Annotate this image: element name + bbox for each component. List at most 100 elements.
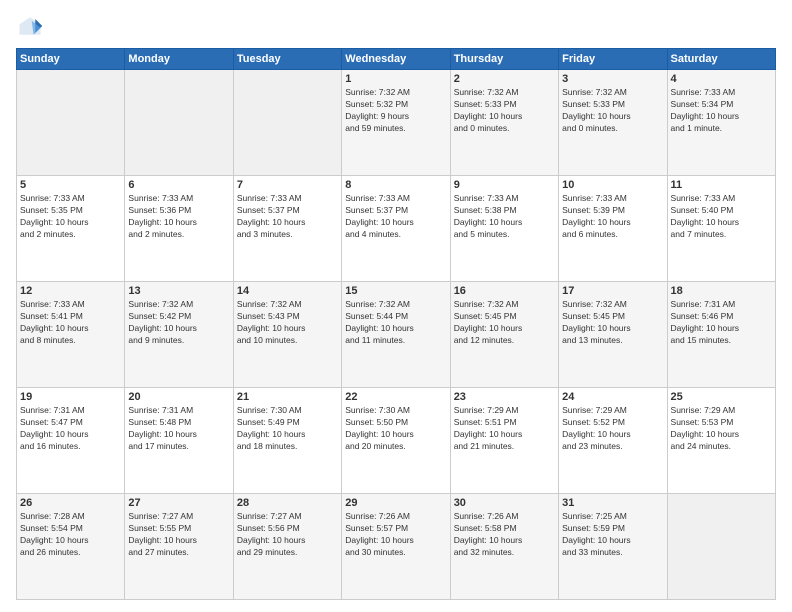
day-info: Sunrise: 7:33 AM Sunset: 5:39 PM Dayligh… — [562, 193, 663, 241]
day-number: 28 — [237, 497, 338, 509]
day-cell — [17, 70, 125, 176]
day-cell: 2 Sunrise: 7:32 AM Sunset: 5:33 PM Daylig… — [450, 70, 558, 176]
day-info: Sunrise: 7:33 AM Sunset: 5:41 PM Dayligh… — [20, 299, 121, 347]
day-info: Sunrise: 7:29 AM Sunset: 5:53 PM Dayligh… — [671, 405, 772, 453]
day-number: 16 — [454, 285, 555, 297]
day-info: Sunrise: 7:31 AM Sunset: 5:48 PM Dayligh… — [128, 405, 229, 453]
day-cell: 7 Sunrise: 7:33 AM Sunset: 5:37 PM Daylig… — [233, 176, 341, 282]
day-info: Sunrise: 7:30 AM Sunset: 5:49 PM Dayligh… — [237, 405, 338, 453]
day-number: 8 — [345, 179, 446, 191]
day-cell: 4 Sunrise: 7:33 AM Sunset: 5:34 PM Daylig… — [667, 70, 775, 176]
day-info: Sunrise: 7:29 AM Sunset: 5:51 PM Dayligh… — [454, 405, 555, 453]
day-info: Sunrise: 7:28 AM Sunset: 5:54 PM Dayligh… — [20, 511, 121, 559]
day-info: Sunrise: 7:33 AM Sunset: 5:34 PM Dayligh… — [671, 87, 772, 135]
day-cell: 3 Sunrise: 7:32 AM Sunset: 5:33 PM Daylig… — [559, 70, 667, 176]
day-number: 4 — [671, 73, 772, 85]
day-number: 12 — [20, 285, 121, 297]
day-info: Sunrise: 7:32 AM Sunset: 5:43 PM Dayligh… — [237, 299, 338, 347]
day-number: 25 — [671, 391, 772, 403]
day-info: Sunrise: 7:33 AM Sunset: 5:36 PM Dayligh… — [128, 193, 229, 241]
day-number: 27 — [128, 497, 229, 509]
day-info: Sunrise: 7:26 AM Sunset: 5:57 PM Dayligh… — [345, 511, 446, 559]
day-number: 24 — [562, 391, 663, 403]
day-cell: 23 Sunrise: 7:29 AM Sunset: 5:51 PM Dayli… — [450, 388, 558, 494]
day-number: 5 — [20, 179, 121, 191]
day-cell: 5 Sunrise: 7:33 AM Sunset: 5:35 PM Daylig… — [17, 176, 125, 282]
day-number: 17 — [562, 285, 663, 297]
weekday-header-sunday: Sunday — [17, 49, 125, 70]
day-number: 20 — [128, 391, 229, 403]
week-row-5: 26 Sunrise: 7:28 AM Sunset: 5:54 PM Dayli… — [17, 494, 776, 600]
day-cell: 8Sunrise: 7:33 AM Sunset: 5:37 PM Daylig… — [342, 176, 450, 282]
weekday-header-tuesday: Tuesday — [233, 49, 341, 70]
day-info: Sunrise: 7:32 AM Sunset: 5:42 PM Dayligh… — [128, 299, 229, 347]
day-number: 14 — [237, 285, 338, 297]
logo-icon — [16, 12, 44, 40]
day-info: Sunrise: 7:27 AM Sunset: 5:55 PM Dayligh… — [128, 511, 229, 559]
day-cell: 24 Sunrise: 7:29 AM Sunset: 5:52 PM Dayli… — [559, 388, 667, 494]
day-info: Sunrise: 7:31 AM Sunset: 5:46 PM Dayligh… — [671, 299, 772, 347]
day-cell: 9 Sunrise: 7:33 AM Sunset: 5:38 PM Daylig… — [450, 176, 558, 282]
day-number: 3 — [562, 73, 663, 85]
day-number: 18 — [671, 285, 772, 297]
header — [16, 12, 776, 40]
day-number: 2 — [454, 73, 555, 85]
day-cell — [233, 70, 341, 176]
day-cell: 16Sunrise: 7:32 AM Sunset: 5:45 PM Dayli… — [450, 282, 558, 388]
day-cell: 13 Sunrise: 7:32 AM Sunset: 5:42 PM Dayli… — [125, 282, 233, 388]
day-number: 26 — [20, 497, 121, 509]
day-number: 29 — [345, 497, 446, 509]
logo — [16, 12, 48, 40]
day-info: Sunrise: 7:25 AM Sunset: 5:59 PM Dayligh… — [562, 511, 663, 559]
day-number: 7 — [237, 179, 338, 191]
day-number: 22 — [345, 391, 446, 403]
day-number: 15 — [345, 285, 446, 297]
day-info: Sunrise: 7:30 AM Sunset: 5:50 PM Dayligh… — [345, 405, 446, 453]
weekday-header-wednesday: Wednesday — [342, 49, 450, 70]
day-cell: 18 Sunrise: 7:31 AM Sunset: 5:46 PM Dayli… — [667, 282, 775, 388]
day-cell: 25 Sunrise: 7:29 AM Sunset: 5:53 PM Dayli… — [667, 388, 775, 494]
day-number: 21 — [237, 391, 338, 403]
day-cell: 30Sunrise: 7:26 AM Sunset: 5:58 PM Dayli… — [450, 494, 558, 600]
day-cell: 27 Sunrise: 7:27 AM Sunset: 5:55 PM Dayli… — [125, 494, 233, 600]
day-cell: 15 Sunrise: 7:32 AM Sunset: 5:44 PM Dayli… — [342, 282, 450, 388]
week-row-2: 5 Sunrise: 7:33 AM Sunset: 5:35 PM Daylig… — [17, 176, 776, 282]
day-info: Sunrise: 7:33 AM Sunset: 5:35 PM Dayligh… — [20, 193, 121, 241]
day-cell: 19Sunrise: 7:31 AM Sunset: 5:47 PM Dayli… — [17, 388, 125, 494]
day-info: Sunrise: 7:31 AM Sunset: 5:47 PM Dayligh… — [20, 405, 121, 453]
day-number: 23 — [454, 391, 555, 403]
day-info: Sunrise: 7:32 AM Sunset: 5:44 PM Dayligh… — [345, 299, 446, 347]
day-number: 1 — [345, 73, 446, 85]
day-info: Sunrise: 7:29 AM Sunset: 5:52 PM Dayligh… — [562, 405, 663, 453]
day-cell: 21 Sunrise: 7:30 AM Sunset: 5:49 PM Dayli… — [233, 388, 341, 494]
day-cell: 22 Sunrise: 7:30 AM Sunset: 5:50 PM Dayli… — [342, 388, 450, 494]
day-info: Sunrise: 7:32 AM Sunset: 5:33 PM Dayligh… — [562, 87, 663, 135]
day-cell: 31 Sunrise: 7:25 AM Sunset: 5:59 PM Dayli… — [559, 494, 667, 600]
page: SundayMondayTuesdayWednesdayThursdayFrid… — [0, 0, 792, 612]
day-number: 9 — [454, 179, 555, 191]
weekday-header-row: SundayMondayTuesdayWednesdayThursdayFrid… — [17, 49, 776, 70]
day-cell: 29 Sunrise: 7:26 AM Sunset: 5:57 PM Dayli… — [342, 494, 450, 600]
day-info: Sunrise: 7:32 AM Sunset: 5:45 PM Dayligh… — [562, 299, 663, 347]
calendar-table: SundayMondayTuesdayWednesdayThursdayFrid… — [16, 48, 776, 600]
day-info: Sunrise: 7:33 AM Sunset: 5:37 PM Dayligh… — [237, 193, 338, 241]
day-cell: 10Sunrise: 7:33 AM Sunset: 5:39 PM Dayli… — [559, 176, 667, 282]
weekday-header-friday: Friday — [559, 49, 667, 70]
day-info: Sunrise: 7:32 AM Sunset: 5:33 PM Dayligh… — [454, 87, 555, 135]
day-cell: 14 Sunrise: 7:32 AM Sunset: 5:43 PM Dayli… — [233, 282, 341, 388]
day-info: Sunrise: 7:32 AM Sunset: 5:32 PM Dayligh… — [345, 87, 446, 135]
day-cell — [125, 70, 233, 176]
day-cell — [667, 494, 775, 600]
day-cell: 11Sunrise: 7:33 AM Sunset: 5:40 PM Dayli… — [667, 176, 775, 282]
day-info: Sunrise: 7:33 AM Sunset: 5:38 PM Dayligh… — [454, 193, 555, 241]
day-cell: 26 Sunrise: 7:28 AM Sunset: 5:54 PM Dayli… — [17, 494, 125, 600]
day-number: 31 — [562, 497, 663, 509]
day-cell: 1 Sunrise: 7:32 AM Sunset: 5:32 PM Daylig… — [342, 70, 450, 176]
weekday-header-thursday: Thursday — [450, 49, 558, 70]
weekday-header-monday: Monday — [125, 49, 233, 70]
day-number: 6 — [128, 179, 229, 191]
weekday-header-saturday: Saturday — [667, 49, 775, 70]
day-cell: 20 Sunrise: 7:31 AM Sunset: 5:48 PM Dayli… — [125, 388, 233, 494]
week-row-1: 1 Sunrise: 7:32 AM Sunset: 5:32 PM Daylig… — [17, 70, 776, 176]
day-number: 13 — [128, 285, 229, 297]
